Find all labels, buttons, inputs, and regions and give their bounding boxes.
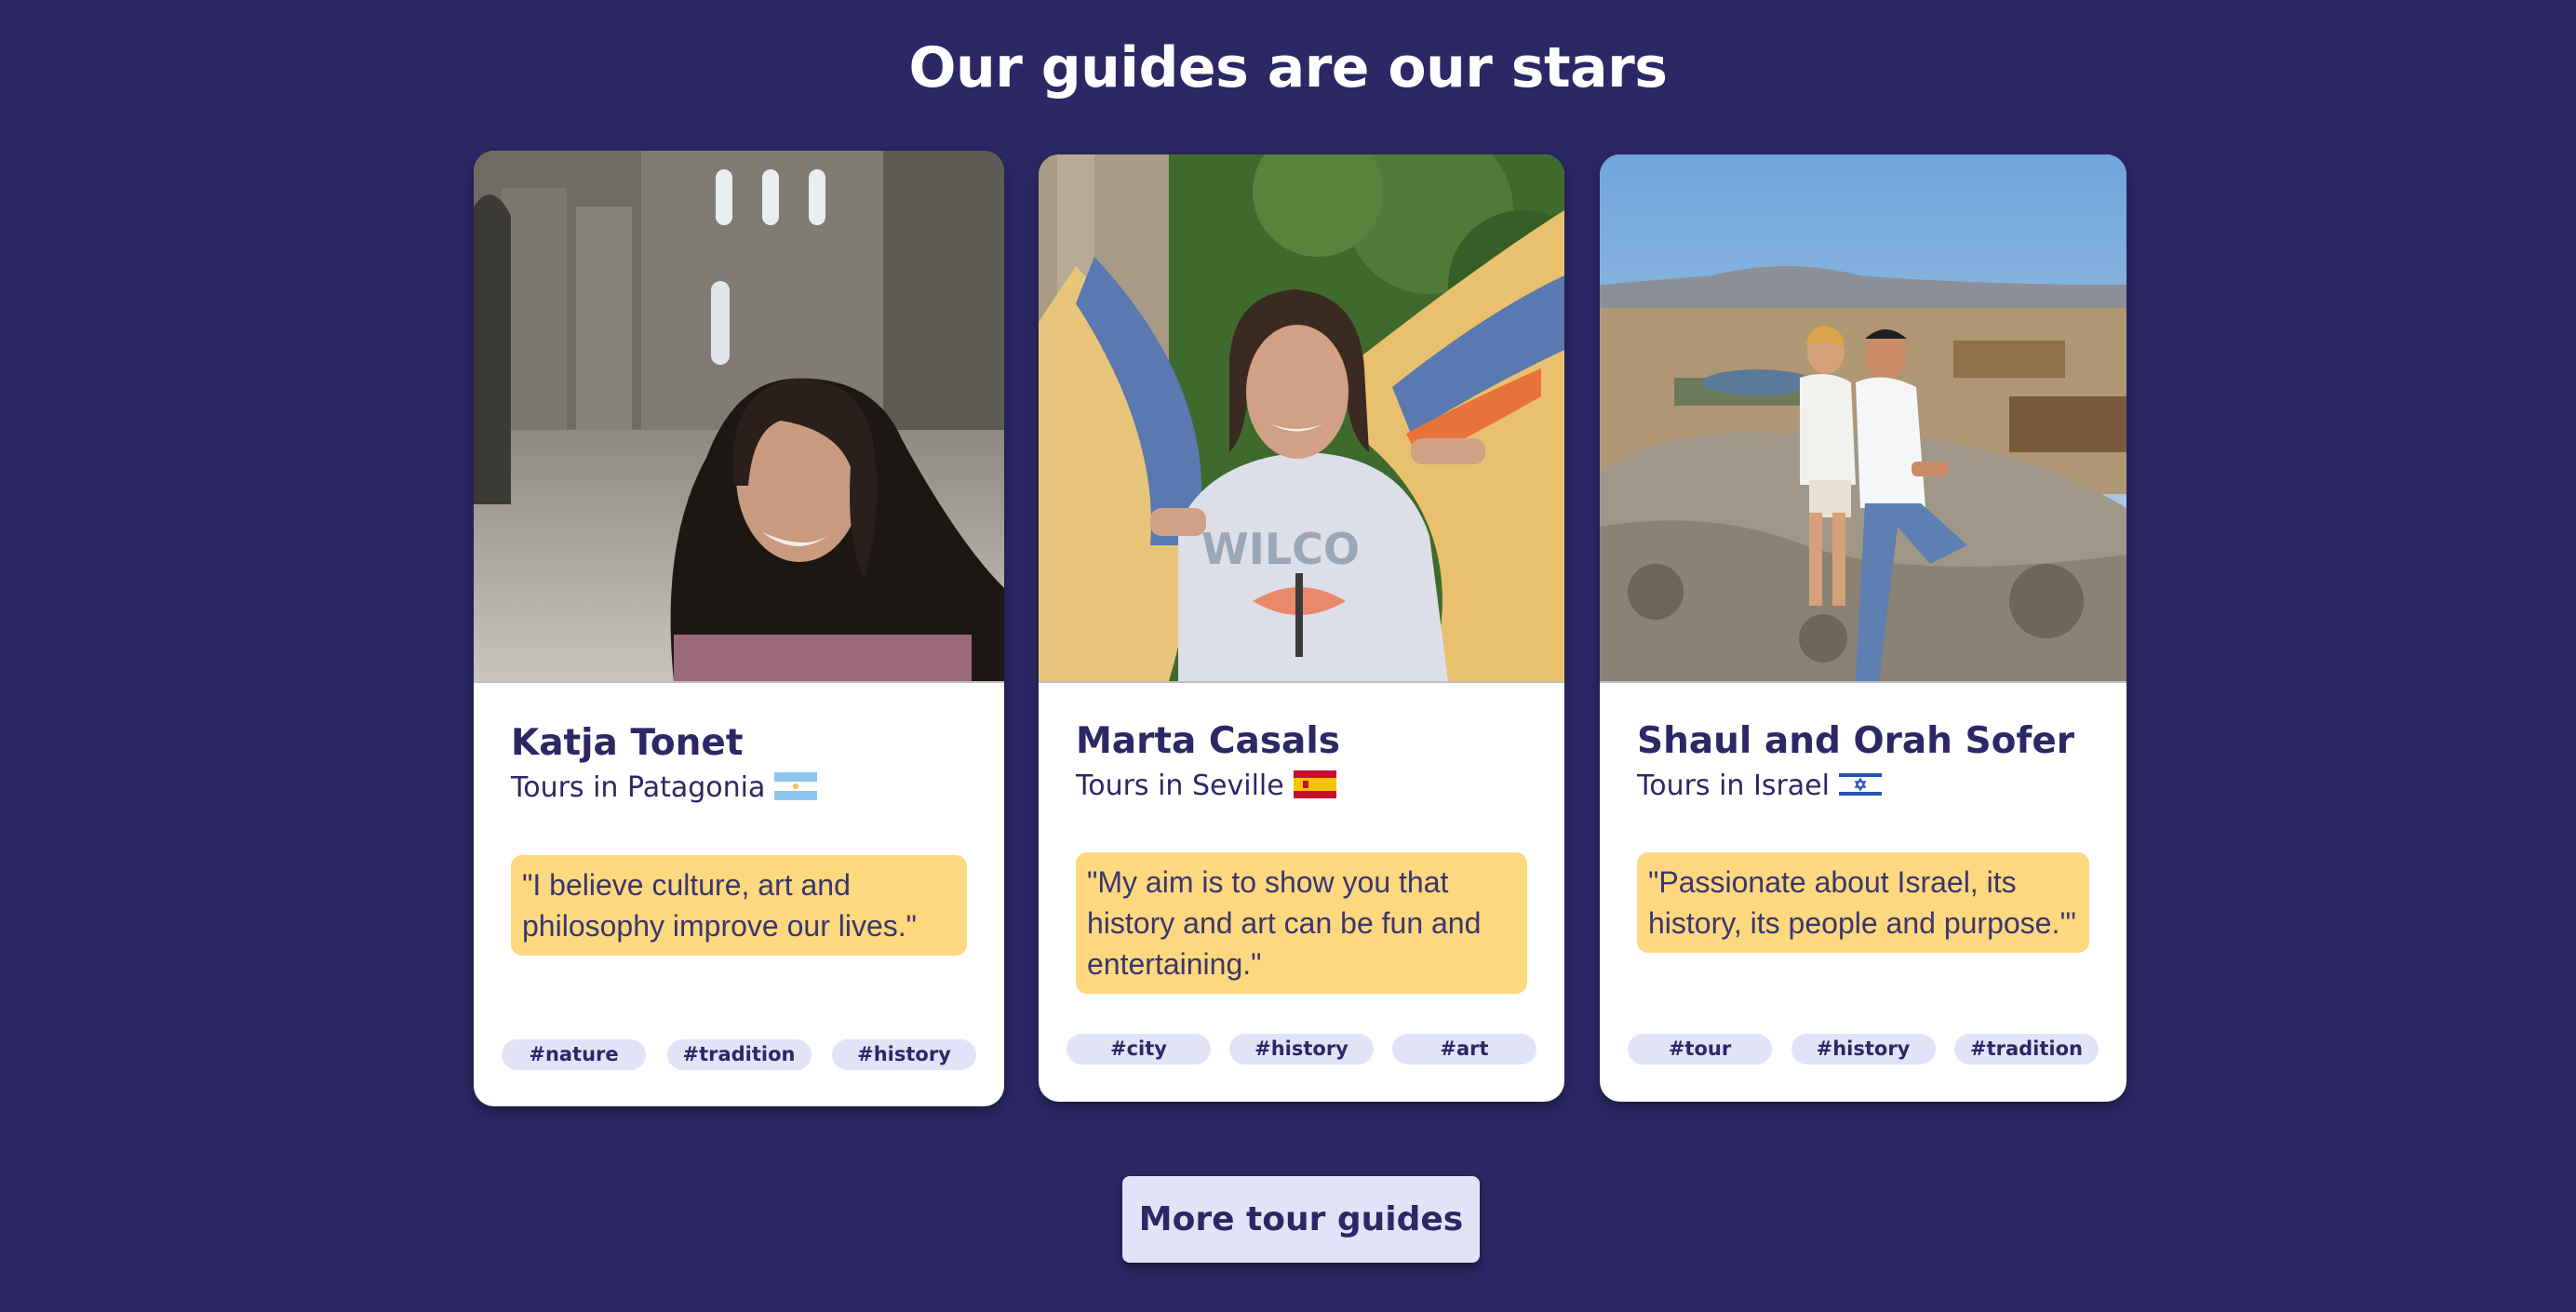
guide-location: Tours in Patagonia: [511, 770, 818, 810]
tag-history[interactable]: #history: [1791, 1034, 1936, 1064]
guide-quote: "Passionate about Israel, its history, i…: [1637, 852, 2089, 953]
tag-art[interactable]: #art: [1392, 1034, 1536, 1064]
guide-name: Marta Casals: [1076, 720, 1340, 762]
guide-card-marta-casals[interactable]: WILCO Marta Casals Tours in Seville "My …: [1039, 154, 1564, 1102]
guide-location: Tours in Seville: [1076, 768, 1336, 809]
tag-nature[interactable]: #nature: [502, 1039, 646, 1070]
tag-city[interactable]: #city: [1067, 1034, 1211, 1064]
guide-card-katja-tonet[interactable]: Katja Tonet Tours in Patagonia "I believ…: [474, 151, 1004, 1106]
tag-tour[interactable]: #tour: [1628, 1034, 1772, 1064]
spain-flag-icon: [1293, 770, 1336, 809]
guide-photo: [1600, 154, 2127, 683]
argentina-flag-icon: [774, 772, 818, 810]
tag-history[interactable]: #history: [1229, 1034, 1374, 1064]
guide-photo: WILCO: [1039, 154, 1564, 683]
guide-tags: #city #history #art: [1067, 1034, 1536, 1064]
guide-quote: "I believe culture, art and philosophy i…: [511, 855, 967, 956]
guide-name: Katja Tonet: [511, 722, 744, 764]
guide-location-label: Tours in Seville: [1076, 770, 1284, 802]
more-tour-guides-button[interactable]: More tour guides: [1122, 1176, 1480, 1263]
guide-tags: #tour #history #tradition: [1628, 1034, 2099, 1064]
tag-history[interactable]: #history: [832, 1039, 976, 1070]
guide-name: Shaul and Orah Sofer: [1637, 720, 2075, 762]
israel-flag-icon: [1838, 770, 1882, 809]
guide-tags: #nature #tradition #history: [502, 1039, 976, 1070]
guide-card-shaul-and-orah-sofer[interactable]: Shaul and Orah Sofer Tours in Israel "Pa…: [1600, 154, 2127, 1102]
guide-location-label: Tours in Israel: [1637, 770, 1830, 802]
guide-location-label: Tours in Patagonia: [511, 771, 766, 804]
section-title: Our guides are our stars: [908, 35, 1668, 100]
guide-quote: "My aim is to show you that history and …: [1076, 852, 1527, 994]
guide-location: Tours in Israel: [1637, 768, 1882, 809]
guide-photo: [474, 151, 1004, 683]
svg-text:WILCO: WILCO: [1201, 524, 1360, 574]
tag-tradition[interactable]: #tradition: [666, 1039, 812, 1070]
tag-tradition[interactable]: #tradition: [1954, 1034, 2099, 1064]
